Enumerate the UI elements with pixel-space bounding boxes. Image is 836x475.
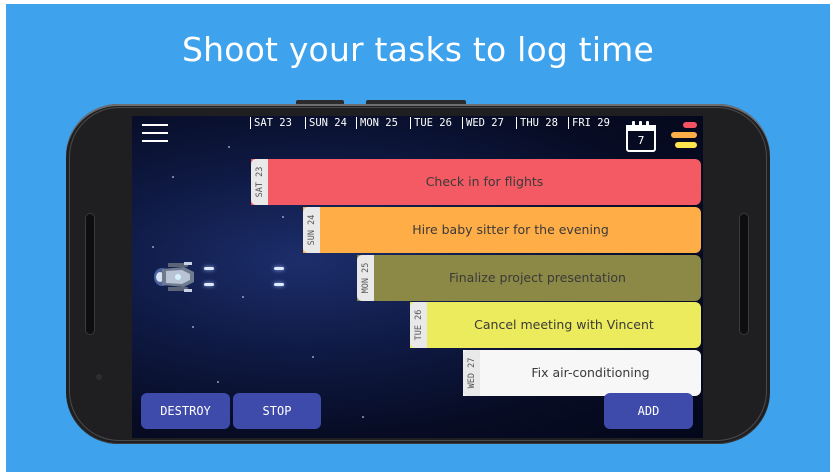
task-day-tab: SAT 23	[251, 159, 268, 205]
task-title: Cancel meeting with Vincent	[474, 317, 654, 332]
color-legend-icon-yellow	[675, 142, 697, 148]
star	[172, 176, 174, 178]
day-label-thu: THU 28	[516, 117, 558, 129]
calendar-icon-ring	[632, 121, 635, 127]
task-day-label: SUN 24	[307, 214, 317, 246]
task-title: Hire baby sitter for the evening	[412, 222, 609, 237]
task-card[interactable]: MON 25 Finalize project presentation	[357, 255, 701, 301]
task-card[interactable]: TUE 26 Cancel meeting with Vincent	[410, 302, 701, 348]
task-day-tab: SUN 24	[303, 207, 320, 253]
day-label-sat: SAT 23	[250, 117, 292, 129]
star	[282, 216, 284, 218]
task-card[interactable]: SAT 23 Check in for flights	[251, 159, 701, 205]
star	[228, 146, 230, 148]
left-speaker-grille	[86, 214, 94, 334]
laser-shot	[274, 283, 284, 286]
day-label-sun: SUN 24	[305, 117, 347, 129]
laser-shot	[204, 283, 214, 286]
task-day-label: WED 27	[467, 357, 477, 389]
color-legend-icon-orange	[671, 132, 697, 138]
task-day-tab: TUE 26	[410, 302, 427, 348]
color-legend-button[interactable]	[669, 122, 699, 152]
spaceship-icon[interactable]	[154, 254, 200, 300]
menu-button[interactable]	[142, 124, 168, 144]
app-screen: SAT 23 SUN 24 MON 25 TUE 26 WED 27 THU 2…	[132, 116, 703, 438]
task-title: Fix air-conditioning	[531, 365, 650, 380]
task-day-tab: WED 27	[463, 350, 480, 396]
calendar-button[interactable]: 7	[626, 121, 656, 152]
calendar-icon-ring	[646, 121, 649, 127]
task-day-label: SAT 23	[255, 166, 265, 198]
task-title: Finalize project presentation	[449, 270, 626, 285]
front-sensor	[96, 374, 102, 380]
stop-button[interactable]: STOP	[233, 393, 321, 429]
hamburger-menu-icon	[142, 124, 168, 126]
day-label-fri: FRI 29	[568, 117, 610, 129]
color-legend-icon-red	[683, 122, 697, 128]
task-day-label: TUE 26	[414, 309, 424, 341]
task-card[interactable]: WED 27 Fix air-conditioning	[463, 350, 701, 396]
right-speaker-grille	[740, 214, 748, 334]
laser-shot	[204, 267, 214, 270]
star	[362, 416, 364, 418]
star	[152, 246, 154, 248]
star	[217, 381, 219, 383]
day-label-mon: MON 25	[356, 117, 398, 129]
star	[192, 326, 194, 328]
task-day-tab: MON 25	[357, 255, 374, 301]
promo-banner: Shoot your tasks to log time SAT 23 SUN …	[0, 0, 836, 475]
headline: Shoot your tasks to log time	[181, 30, 655, 69]
laser-shot	[274, 267, 284, 270]
calendar-day-number: 7	[637, 134, 645, 147]
day-label-tue: TUE 26	[410, 117, 452, 129]
hamburger-menu-icon-bar	[142, 140, 168, 142]
volume-button	[366, 100, 466, 104]
task-title: Check in for flights	[425, 174, 544, 189]
task-day-label: MON 25	[361, 262, 371, 294]
power-button	[296, 100, 344, 104]
add-button[interactable]: ADD	[604, 393, 693, 429]
hamburger-menu-icon-bar	[142, 132, 168, 134]
task-card[interactable]: SUN 24 Hire baby sitter for the evening	[303, 207, 701, 253]
calendar-icon-ring	[639, 121, 642, 127]
star	[242, 296, 244, 298]
star	[312, 356, 314, 358]
destroy-button[interactable]: DESTROY	[141, 393, 230, 429]
day-label-wed: WED 27	[462, 117, 504, 129]
